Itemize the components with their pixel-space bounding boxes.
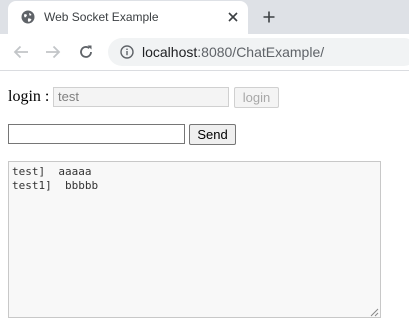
browser-tab[interactable]: Web Socket Example [8,1,248,34]
tab-title: Web Socket Example [44,10,159,24]
chat-line: test] aaaaa [12,165,92,178]
plus-icon[interactable] [258,7,280,27]
back-arrow-icon[interactable] [10,42,32,62]
url-text: localhost:8080/ChatExample/ [142,44,324,60]
chat-line: test1] bbbbb [12,179,99,192]
chat-log[interactable]: test] aaaaa test1] bbbbb [8,161,381,318]
close-icon[interactable] [224,8,242,26]
browser-toolbar: localhost:8080/ChatExample/ [0,34,409,71]
message-input[interactable] [8,124,185,144]
globe-icon [21,10,35,24]
resize-grip-icon[interactable] [367,304,379,317]
login-button[interactable]: login [234,87,279,108]
forward-arrow-icon[interactable] [42,42,64,62]
url-host: localhost [142,44,198,60]
send-button[interactable]: Send [189,124,236,145]
url-path: :8080/ChatExample/ [197,44,325,60]
tab-strip: Web Socket Example [0,0,409,34]
address-bar[interactable]: localhost:8080/ChatExample/ [108,38,409,66]
login-input[interactable]: test [53,87,229,107]
login-label: login : [8,88,50,105]
reload-icon[interactable] [75,42,97,62]
info-icon[interactable] [120,45,134,59]
